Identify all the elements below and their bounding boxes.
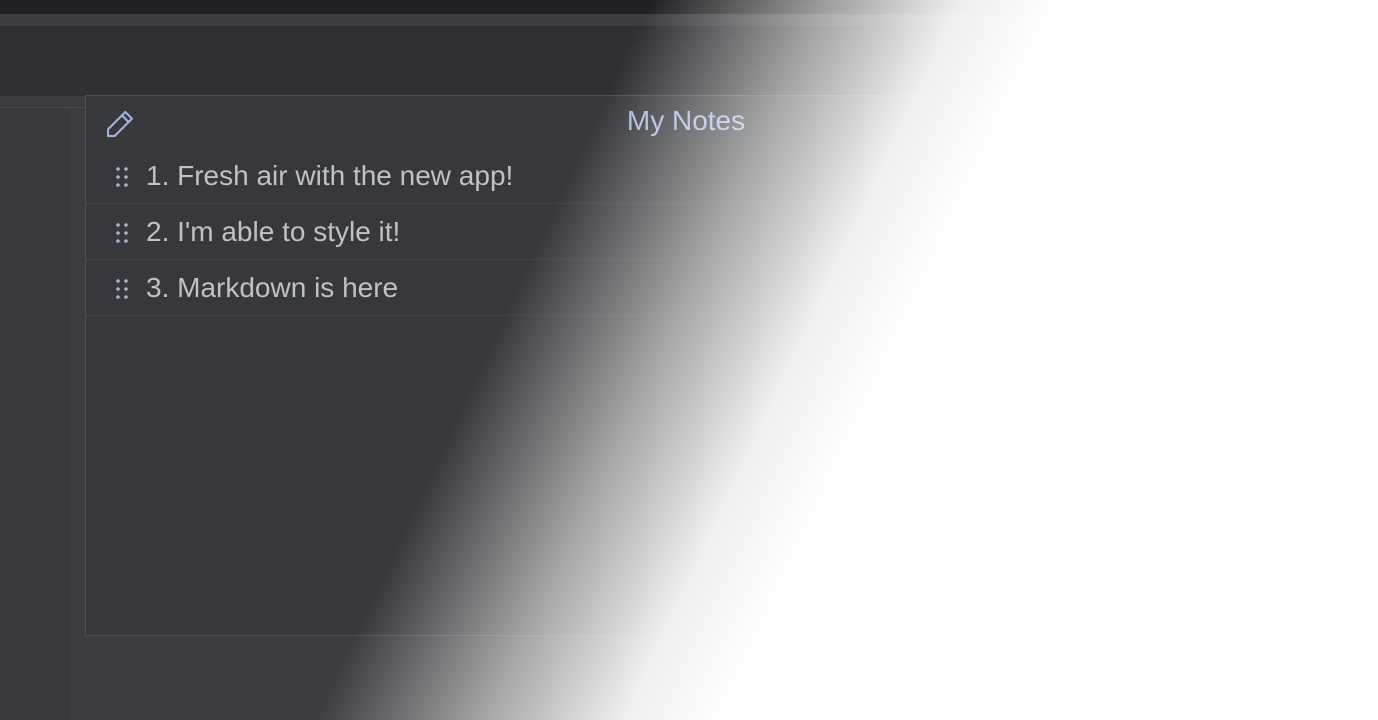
left-sidebar-header [0, 96, 86, 108]
left-sidebar [0, 96, 70, 720]
chevron-right-icon[interactable] [1240, 220, 1256, 244]
note-title: 3. Markdown is here [146, 272, 399, 303]
note-item[interactable]: 3. Markdown is here Thu Apr 25 2024 [86, 260, 1286, 316]
extensions-pill [1220, 27, 1359, 94]
notes-list: 1. Fresh air with the new app! Thu Apr 2… [86, 148, 1286, 316]
bookmark-star-icon[interactable]: ★ [1136, 42, 1172, 78]
notes-popup: My Notes 1. Fresh air with the new app! … [85, 95, 1378, 636]
window-top-strip [0, 0, 1378, 14]
note-item[interactable]: 1. Fresh air with the new app! Thu Apr 2… [86, 148, 1286, 204]
chevron-right-icon[interactable] [1240, 164, 1256, 188]
note-date: Thu Apr 25 2024 [1062, 165, 1210, 187]
tab-strip [0, 14, 1378, 26]
drag-handle-icon[interactable] [114, 165, 130, 189]
extensions-button[interactable] [1307, 42, 1345, 80]
extension-edit-button[interactable] [1221, 28, 1289, 94]
pencil-icon [1241, 47, 1269, 78]
popup-title: My Notes [626, 105, 746, 136]
popup-header: My Notes [86, 96, 1378, 148]
note-title: 2. I'm able to style it! [146, 216, 401, 247]
note-title: 1. Fresh air with the new app! [146, 160, 514, 191]
drag-handle-icon[interactable] [114, 277, 130, 301]
note-date: Thu Apr 25 2024 [1062, 221, 1210, 243]
chevron-right-icon[interactable] [1240, 276, 1256, 300]
puzzle-icon [1313, 47, 1338, 74]
note-date: Thu Apr 25 2024 [1062, 277, 1210, 299]
drag-handle-icon[interactable] [114, 221, 130, 245]
note-item[interactable]: 2. I'm able to style it! Thu Apr 25 2024 [86, 204, 1286, 260]
